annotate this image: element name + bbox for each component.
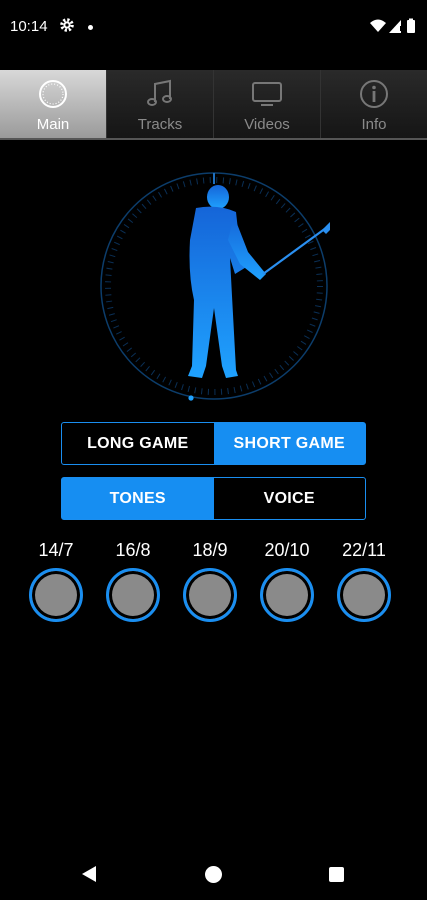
tempo-button[interactable]	[29, 568, 83, 622]
tempo-button[interactable]	[260, 568, 314, 622]
tv-icon	[252, 82, 282, 106]
tempo-selector: 14/7 16/8 18/9 20/10 22/11	[29, 540, 397, 630]
music-note-icon	[147, 79, 172, 106]
gear-icon	[60, 18, 74, 32]
golfer-silhouette-icon	[188, 185, 332, 378]
recents-icon[interactable]	[329, 867, 344, 882]
battery-icon	[407, 18, 415, 33]
tab-videos-label: Videos	[244, 116, 290, 133]
game-mode-toggle: LONG GAME SHORT GAME	[61, 422, 366, 465]
tempo-option: 20/10	[258, 540, 316, 622]
tempo-label: 20/10	[264, 540, 310, 560]
tones-button[interactable]: TONES	[62, 478, 214, 519]
audio-mode-toggle: TONES VOICE	[61, 477, 366, 520]
wifi-icon	[370, 19, 386, 32]
tab-bar: Main Tracks Videos Info	[0, 70, 427, 140]
voice-button[interactable]: VOICE	[214, 478, 366, 519]
home-icon[interactable]	[205, 866, 222, 883]
tempo-button[interactable]	[183, 568, 237, 622]
short-game-button[interactable]: SHORT GAME	[213, 423, 365, 464]
tempo-option: 22/11	[335, 540, 393, 622]
tab-videos[interactable]: Videos	[214, 70, 321, 138]
tab-main[interactable]: Main	[0, 70, 107, 138]
tempo-label: 14/7	[38, 540, 74, 560]
status-time: 10:14	[10, 18, 48, 35]
swing-dial-graphic	[100, 172, 332, 401]
status-icons	[370, 18, 415, 33]
tempo-label: 16/8	[115, 540, 151, 560]
navigation-bar	[0, 850, 427, 900]
swing-dial[interactable]	[98, 170, 332, 402]
tempo-option: 14/7	[27, 540, 85, 622]
tempo-option: 18/9	[181, 540, 239, 622]
signal-icon	[389, 20, 402, 33]
long-game-button[interactable]: LONG GAME	[62, 423, 214, 464]
tab-info-label: Info	[361, 116, 387, 133]
info-icon	[360, 80, 388, 108]
status-bar: 10:14	[0, 0, 427, 56]
tab-tracks-label: Tracks	[137, 116, 183, 133]
back-icon[interactable]	[82, 866, 96, 882]
tempo-option: 16/8	[104, 540, 162, 622]
tempo-label: 18/9	[192, 540, 228, 560]
tab-tracks[interactable]: Tracks	[107, 70, 214, 138]
tab-info[interactable]: Info	[321, 70, 427, 138]
dial-icon	[39, 80, 67, 108]
tempo-button[interactable]	[106, 568, 160, 622]
tempo-label: 22/11	[342, 540, 386, 560]
notification-dot-icon	[88, 25, 93, 30]
tempo-button[interactable]	[337, 568, 391, 622]
tab-main-label: Main	[36, 116, 70, 133]
